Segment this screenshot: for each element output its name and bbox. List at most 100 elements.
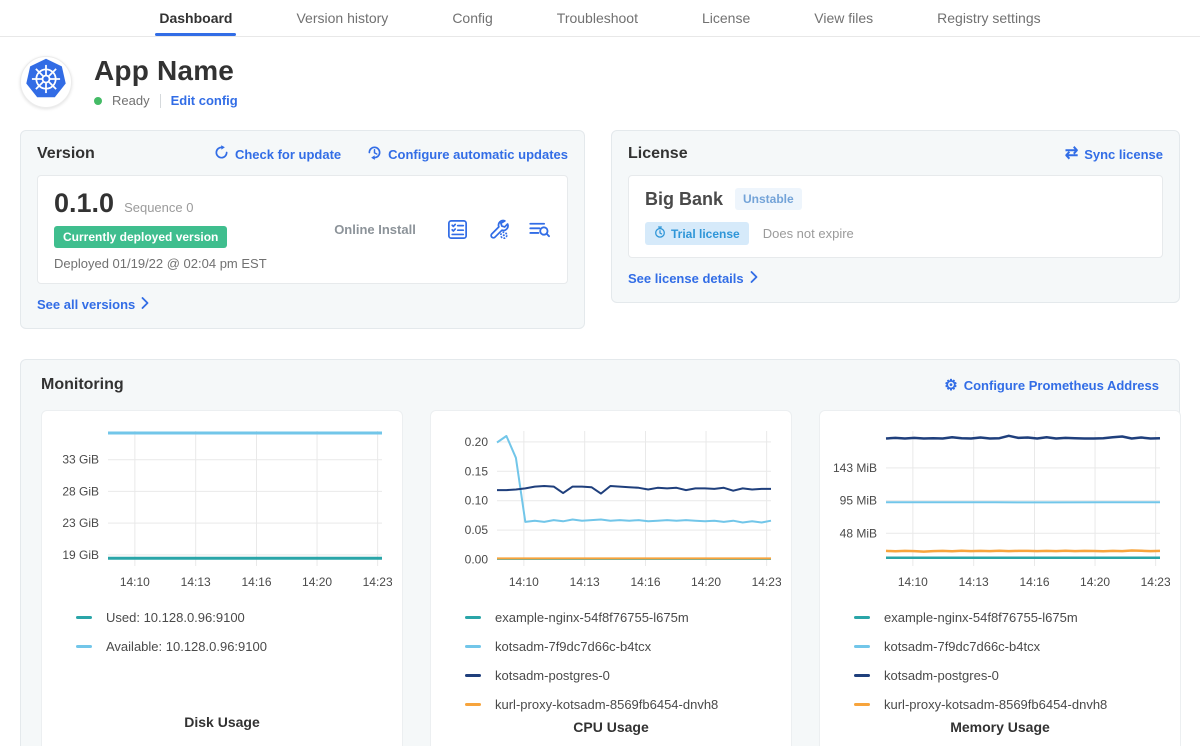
cards-row: Version Check for update (0, 118, 1200, 329)
top-nav: Dashboard Version history Config Troublesho… (0, 0, 1200, 37)
chart-legend: example-nginx-54f8f76755-l675m kotsadm-7f… (854, 603, 1170, 719)
channel-badge: Unstable (735, 188, 802, 210)
legend-label: kotsadm-7f9dc7d66c-b4tcx (884, 639, 1040, 654)
legend-label: kurl-proxy-kotsadm-8569fb6454-dnvh8 (495, 697, 718, 712)
stopwatch-icon (654, 226, 666, 241)
view-logs-icon[interactable] (528, 218, 551, 241)
configure-prometheus-button[interactable]: ⚙ Configure Prometheus Address (944, 378, 1159, 393)
cpu-usage-chart-card: 0.000.050.100.150.2014:1014:1314:1614:20… (430, 410, 792, 746)
legend-item: Used: 10.128.0.96:9100 (76, 603, 392, 632)
see-license-details-link[interactable]: See license details (628, 271, 758, 286)
svg-text:19 GiB: 19 GiB (62, 548, 99, 562)
sync-license-button[interactable]: ⇄ Sync license (1065, 146, 1163, 162)
svg-text:14:10: 14:10 (509, 575, 539, 589)
legend-label: example-nginx-54f8f76755-l675m (884, 610, 1078, 625)
legend-dash-icon (854, 674, 870, 677)
chevron-right-icon (141, 297, 149, 312)
chart-title: Disk Usage (52, 714, 392, 730)
svg-text:143 MiB: 143 MiB (833, 461, 877, 475)
page-title: App Name (94, 55, 238, 87)
cpu-usage-chart: 0.000.050.100.150.2014:1014:1314:1614:20… (441, 423, 781, 593)
tab-registry-settings[interactable]: Registry settings (933, 0, 1044, 36)
svg-text:0.10: 0.10 (465, 494, 489, 508)
legend-item: kotsadm-postgres-0 (854, 661, 1170, 690)
svg-text:95 MiB: 95 MiB (840, 494, 877, 508)
legend-item: example-nginx-54f8f76755-l675m (854, 603, 1170, 632)
license-name: Big Bank (645, 189, 723, 210)
legend-dash-icon (854, 616, 870, 619)
app-header: App Name Ready Edit config (0, 37, 1200, 118)
monitoring-title: Monitoring (41, 376, 124, 394)
legend-label: kotsadm-7f9dc7d66c-b4tcx (495, 639, 651, 654)
configure-automatic-updates-button[interactable]: Configure automatic updates (367, 145, 568, 163)
legend-dash-icon (465, 616, 481, 619)
svg-text:14:23: 14:23 (363, 575, 392, 589)
svg-text:14:16: 14:16 (630, 575, 660, 589)
svg-text:14:20: 14:20 (691, 575, 721, 589)
license-card: License ⇄ Sync license Big Bank Unstable (611, 130, 1180, 303)
legend-label: kotsadm-postgres-0 (495, 668, 610, 683)
legend-dash-icon (854, 703, 870, 706)
svg-text:33 GiB: 33 GiB (62, 453, 99, 467)
svg-text:0.05: 0.05 (465, 523, 489, 537)
tab-version-history[interactable]: Version history (292, 0, 392, 36)
refresh-icon (214, 145, 229, 163)
tab-troubleshoot[interactable]: Troubleshoot (553, 0, 642, 36)
legend-dash-icon (465, 703, 481, 706)
install-type-label: Online Install (304, 222, 446, 237)
chart-legend: Used: 10.128.0.96:9100 Available: 10.128.… (76, 603, 392, 661)
memory-usage-chart: 48 MiB95 MiB143 MiB14:1014:1314:1614:201… (830, 423, 1170, 593)
chevron-right-icon (750, 271, 758, 286)
version-card: Version Check for update (20, 130, 585, 329)
tab-dashboard[interactable]: Dashboard (155, 0, 236, 36)
divider (160, 94, 161, 108)
status-dot (94, 97, 102, 105)
svg-text:14:13: 14:13 (570, 575, 600, 589)
legend-dash-icon (465, 645, 481, 648)
disk-usage-chart-card: 19 GiB23 GiB28 GiB33 GiB14:1014:1314:161… (41, 410, 403, 746)
legend-dash-icon (76, 645, 92, 648)
tab-config[interactable]: Config (448, 0, 496, 36)
legend-label: Available: 10.128.0.96:9100 (106, 639, 267, 654)
legend-label: kurl-proxy-kotsadm-8569fb6454-dnvh8 (884, 697, 1107, 712)
license-expiry: Does not expire (763, 226, 854, 241)
kubernetes-icon (24, 57, 68, 106)
edit-config-link[interactable]: Edit config (171, 93, 238, 108)
legend-item: Available: 10.128.0.96:9100 (76, 632, 392, 661)
svg-text:14:20: 14:20 (302, 575, 332, 589)
svg-text:48 MiB: 48 MiB (840, 526, 877, 540)
legend-label: example-nginx-54f8f76755-l675m (495, 610, 689, 625)
legend-label: Used: 10.128.0.96:9100 (106, 610, 245, 625)
version-number: 0.1.0 (54, 188, 114, 219)
legend-label: kotsadm-postgres-0 (884, 668, 999, 683)
app-logo (20, 56, 72, 108)
svg-text:14:13: 14:13 (959, 575, 989, 589)
see-all-versions-link[interactable]: See all versions (37, 297, 149, 312)
legend-dash-icon (465, 674, 481, 677)
legend-dash-icon (854, 645, 870, 648)
legend-item: kotsadm-7f9dc7d66c-b4tcx (854, 632, 1170, 661)
svg-text:0.00: 0.00 (465, 553, 489, 567)
monitoring-section: Monitoring ⚙ Configure Prometheus Addres… (20, 359, 1180, 746)
legend-item: kotsadm-7f9dc7d66c-b4tcx (465, 632, 781, 661)
svg-text:14:16: 14:16 (241, 575, 271, 589)
preflight-checks-icon[interactable] (446, 218, 469, 241)
config-wrench-icon[interactable] (487, 218, 510, 241)
svg-text:14:10: 14:10 (120, 575, 150, 589)
memory-usage-chart-card: 48 MiB95 MiB143 MiB14:1014:1314:1614:201… (819, 410, 1181, 746)
legend-item: example-nginx-54f8f76755-l675m (465, 603, 781, 632)
svg-text:14:10: 14:10 (898, 575, 928, 589)
tab-view-files[interactable]: View files (810, 0, 877, 36)
legend-item: kotsadm-postgres-0 (465, 661, 781, 690)
clock-arrow-icon (367, 145, 382, 163)
svg-text:14:23: 14:23 (1141, 575, 1170, 589)
svg-text:14:16: 14:16 (1019, 575, 1049, 589)
tab-license[interactable]: License (698, 0, 754, 36)
legend-item: kurl-proxy-kotsadm-8569fb6454-dnvh8 (465, 690, 781, 719)
currently-deployed-badge: Currently deployed version (54, 226, 227, 248)
sync-arrows-icon: ⇄ (1065, 146, 1078, 162)
svg-text:14:13: 14:13 (181, 575, 211, 589)
gear-icon: ⚙ (944, 378, 957, 393)
check-for-update-button[interactable]: Check for update (214, 145, 341, 163)
svg-text:28 GiB: 28 GiB (62, 484, 99, 498)
